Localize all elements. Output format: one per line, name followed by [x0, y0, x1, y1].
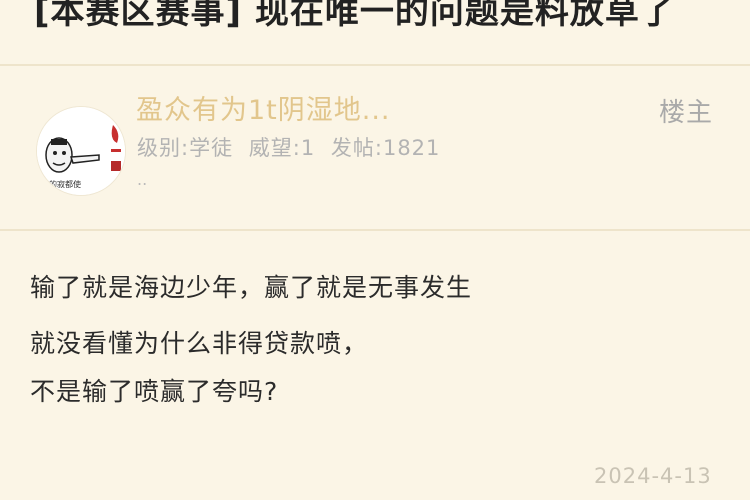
post-divider — [0, 229, 750, 231]
post-text-line: 不是输了喷赢了夸吗? — [30, 377, 279, 406]
author-level: 级别:学徒 — [137, 136, 234, 160]
avatar-caption: 的寂都使 — [49, 179, 81, 189]
avatar-image: 的寂都使 — [37, 107, 125, 195]
thread-title-bar: [本赛区赛事] 现在唯一的问题是料放草了 — [0, 0, 750, 62]
post-content: 输了就是海边少年，赢了就是无事发生 就没看懂为什么非得贷款喷， 不是输了喷赢了夸… — [0, 232, 750, 500]
author-info: 的寂都使 盈众有为1t阴湿地... 级别:学徒 威望:1 发帖:1821 .. … — [0, 66, 750, 228]
avatar[interactable]: 的寂都使 — [36, 106, 126, 196]
author-post-count: 发帖:1821 — [330, 136, 441, 160]
thread-title: [本赛区赛事] 现在唯一的问题是料放草了 — [34, 0, 675, 32]
op-badge: 楼主 — [659, 98, 714, 128]
post-text-line: 就没看懂为什么非得贷款喷， — [30, 329, 369, 358]
author-meta: 级别:学徒 威望:1 发帖:1821 — [137, 132, 448, 162]
author-extra: .. — [137, 170, 148, 189]
post-text-line: 输了就是海边少年，赢了就是无事发生 — [30, 273, 473, 302]
author-prestige: 威望:1 — [248, 136, 316, 160]
author-username[interactable]: 盈众有为1t阴湿地... — [136, 88, 391, 127]
post-date: 2024-4-13 — [594, 464, 712, 488]
